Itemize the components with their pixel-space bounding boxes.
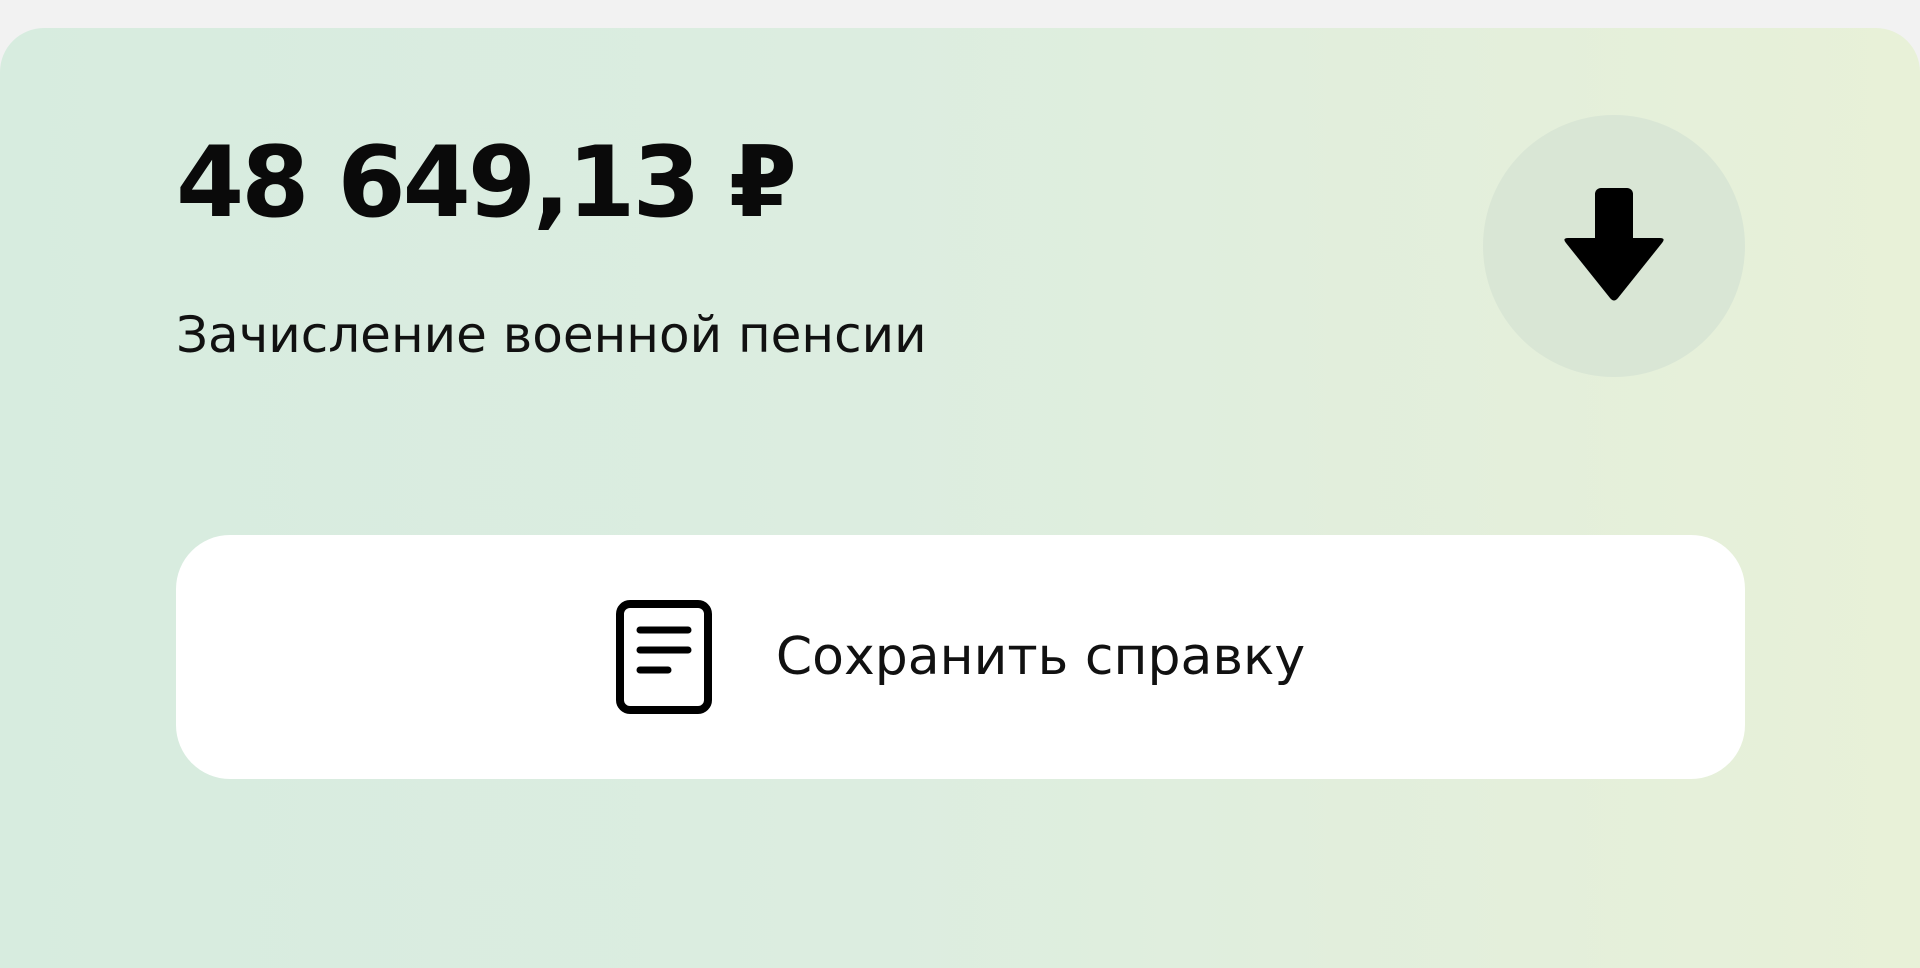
save-certificate-button[interactable]: Сохранить справку — [176, 535, 1745, 779]
arrow-down-icon — [1562, 188, 1666, 304]
operation-amount: 48 649,13 ₽ — [176, 126, 797, 240]
operation-card: 48 649,13 ₽ Зачисление военной пенсии Со… — [0, 28, 1920, 968]
incoming-indicator — [1483, 115, 1745, 377]
operation-description: Зачисление военной пенсии — [176, 306, 927, 364]
top-strip — [0, 0, 1920, 28]
document-icon — [615, 600, 712, 714]
save-certificate-label: Сохранить справку — [775, 627, 1306, 687]
